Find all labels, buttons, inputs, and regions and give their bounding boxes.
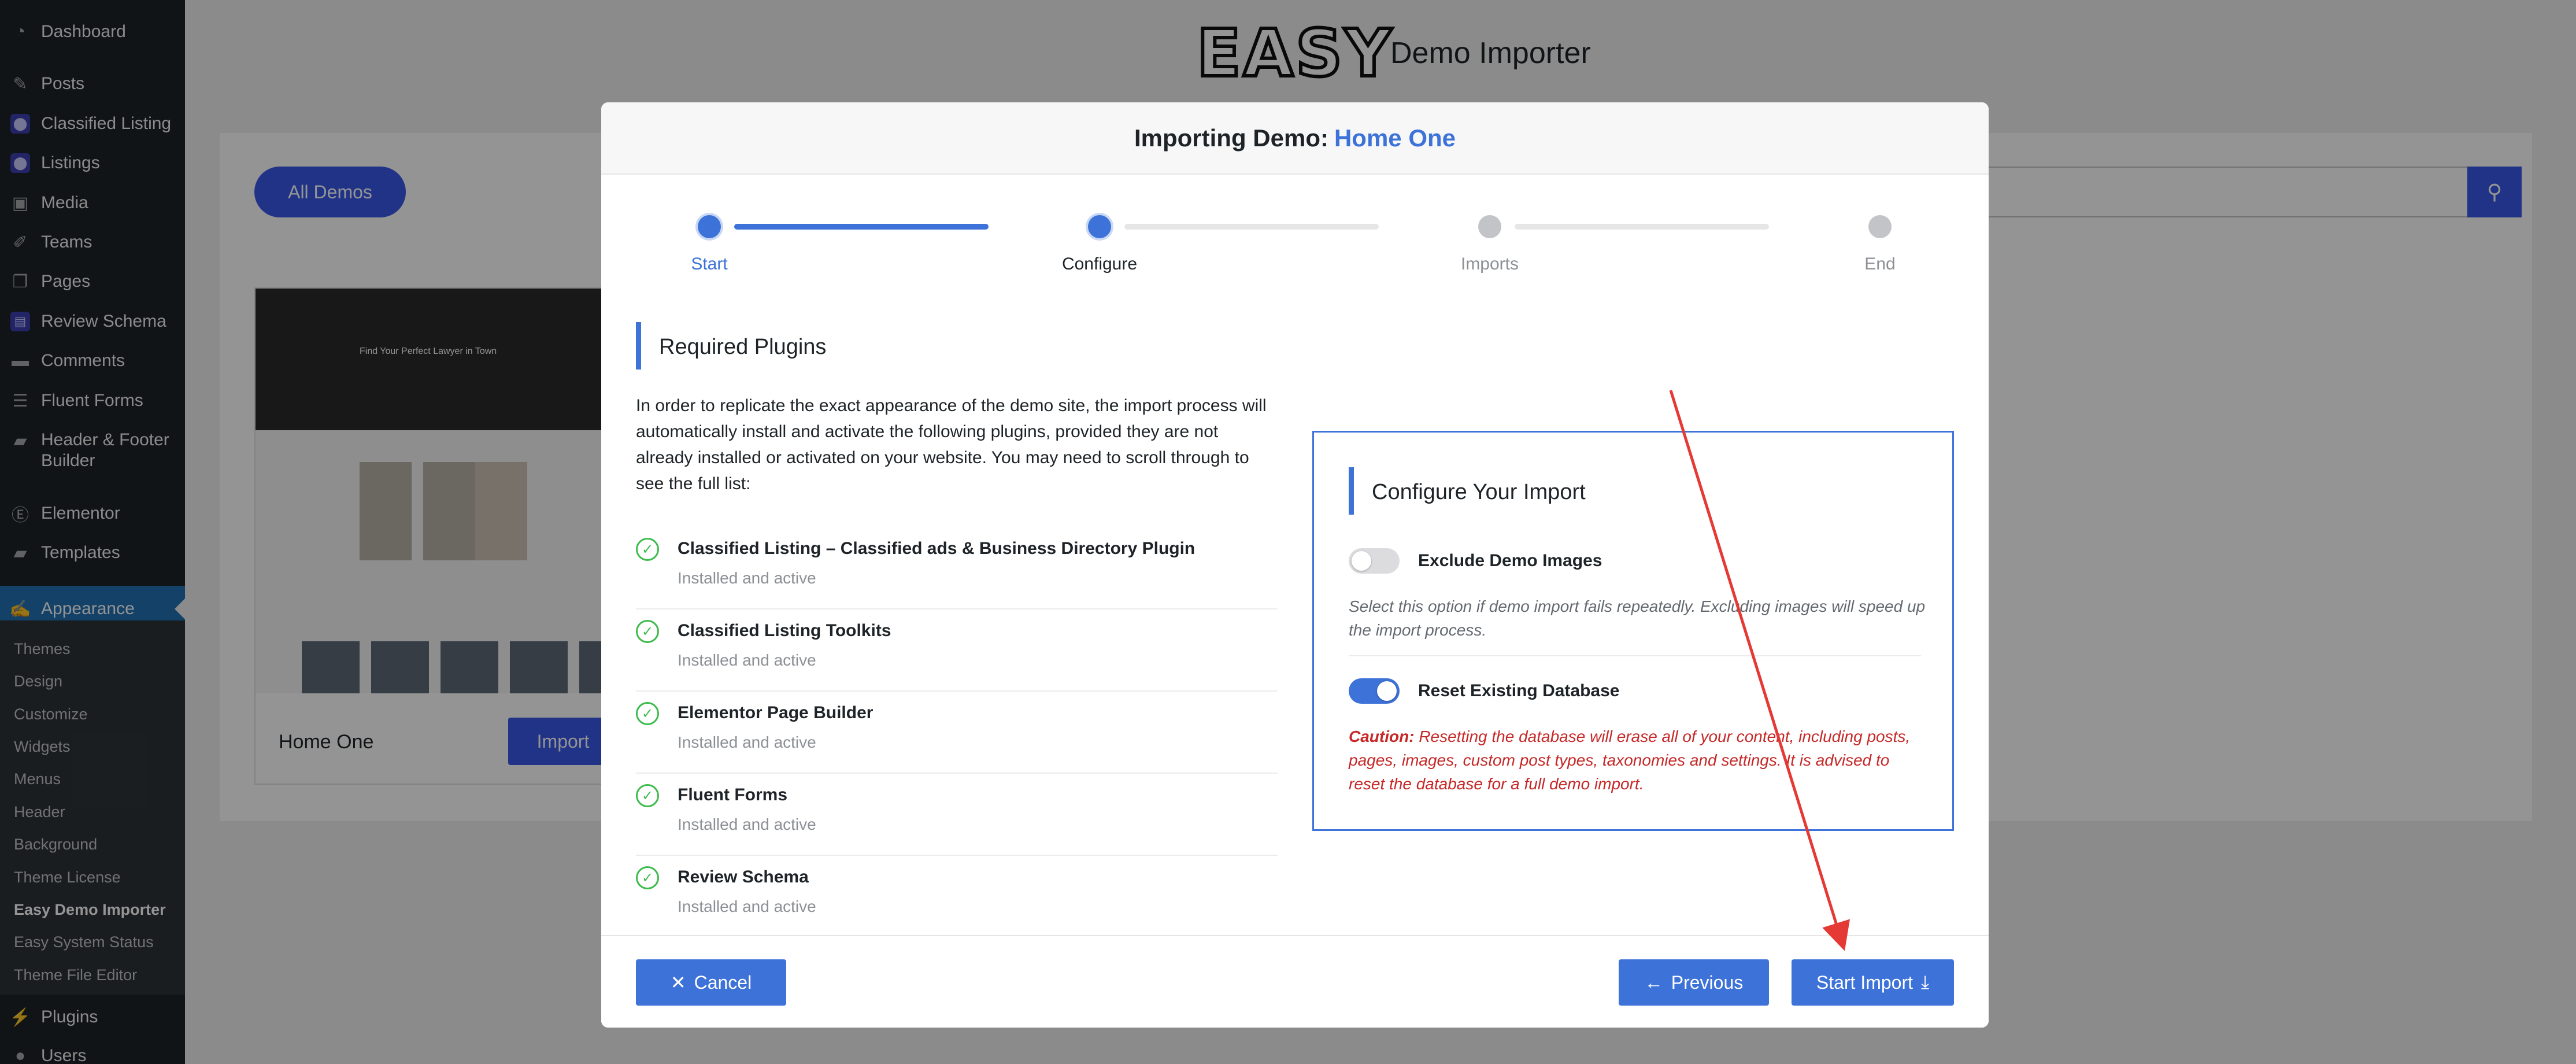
check-circle-icon: ✓: [636, 620, 659, 643]
plugin-name: Review Schema: [678, 867, 809, 886]
list-item: ✓ Classified Listing – Classified ads & …: [636, 527, 1278, 609]
cancel-button[interactable]: ✕ Cancel: [636, 959, 786, 1006]
step-dot-imports: [1478, 215, 1501, 238]
import-modal: Importing Demo: Home One Start Configure…: [601, 102, 1989, 1028]
required-plugins-heading: Required Plugins: [659, 335, 827, 359]
step-dot-start: [698, 215, 721, 238]
reset-database-label: Reset Existing Database: [1418, 681, 1620, 700]
previous-button[interactable]: ← Previous: [1619, 959, 1769, 1006]
plugin-status: Installed and active: [678, 897, 816, 915]
check-circle-icon: ✓: [636, 702, 659, 725]
list-item: ✓ Fluent Forms Installed and active: [636, 774, 1278, 856]
modal-demo-name: Home One: [1334, 124, 1456, 152]
configure-heading: Configure Your Import: [1372, 480, 1586, 504]
modal-header: Importing Demo: Home One: [601, 102, 1989, 175]
modal-footer: ✕ Cancel ← Previous Start Import ⤓: [601, 935, 1989, 1028]
check-circle-icon: ✓: [636, 866, 659, 889]
download-icon: ⤓: [1921, 971, 1930, 992]
plugin-name: Fluent Forms: [678, 785, 788, 804]
exclude-images-label: Exclude Demo Images: [1418, 551, 1602, 570]
section-accent-bar: [636, 322, 641, 370]
required-plugins-intro: In order to replicate the exact appearan…: [636, 396, 1267, 493]
divider: [1349, 655, 1921, 656]
reset-database-caution: Caution: Resetting the database will era…: [1349, 727, 1911, 793]
step-label-imports: Imports: [1460, 254, 1519, 274]
step-progress-line: [734, 224, 989, 230]
close-icon: ✕: [670, 972, 686, 993]
check-circle-icon: ✓: [636, 784, 659, 807]
plugin-status: Installed and active: [678, 569, 816, 587]
exclude-images-toggle[interactable]: [1349, 548, 1400, 574]
plugin-status: Installed and active: [678, 815, 816, 833]
step-dot-end: [1868, 215, 1892, 238]
plugin-name: Classified Listing – Classified ads & Bu…: [678, 539, 1196, 558]
step-label-start: Start: [691, 254, 728, 274]
list-item: ✓ Elementor Page Builder Installed and a…: [636, 692, 1278, 774]
plugin-status: Installed and active: [678, 651, 816, 669]
configure-import-panel: Configure Your Import Exclude Demo Image…: [1312, 431, 1954, 831]
section-accent-bar: [1349, 467, 1354, 515]
step-dot-configure: [1088, 215, 1111, 238]
list-item: ✓ Review Schema Installed and active: [636, 856, 1278, 938]
list-item: ✓ Classified Listing Toolkits Installed …: [636, 609, 1278, 692]
step-label-end: End: [1864, 254, 1896, 274]
check-circle-icon: ✓: [636, 538, 659, 561]
plugin-name: Classified Listing Toolkits: [678, 621, 891, 640]
step-progress-line: [1124, 224, 1379, 230]
step-label-configure: Configure: [1061, 254, 1138, 274]
exclude-images-description: Select this option if demo import fails …: [1349, 597, 1926, 639]
modal-title: Importing Demo:: [1134, 124, 1328, 152]
plugin-status: Installed and active: [678, 733, 816, 751]
reset-database-toggle[interactable]: [1349, 678, 1400, 704]
arrow-left-icon: ←: [1644, 971, 1663, 993]
start-import-button[interactable]: Start Import ⤓: [1792, 959, 1954, 1006]
step-progress-line: [1515, 224, 1769, 230]
plugin-name: Elementor Page Builder: [678, 703, 874, 722]
